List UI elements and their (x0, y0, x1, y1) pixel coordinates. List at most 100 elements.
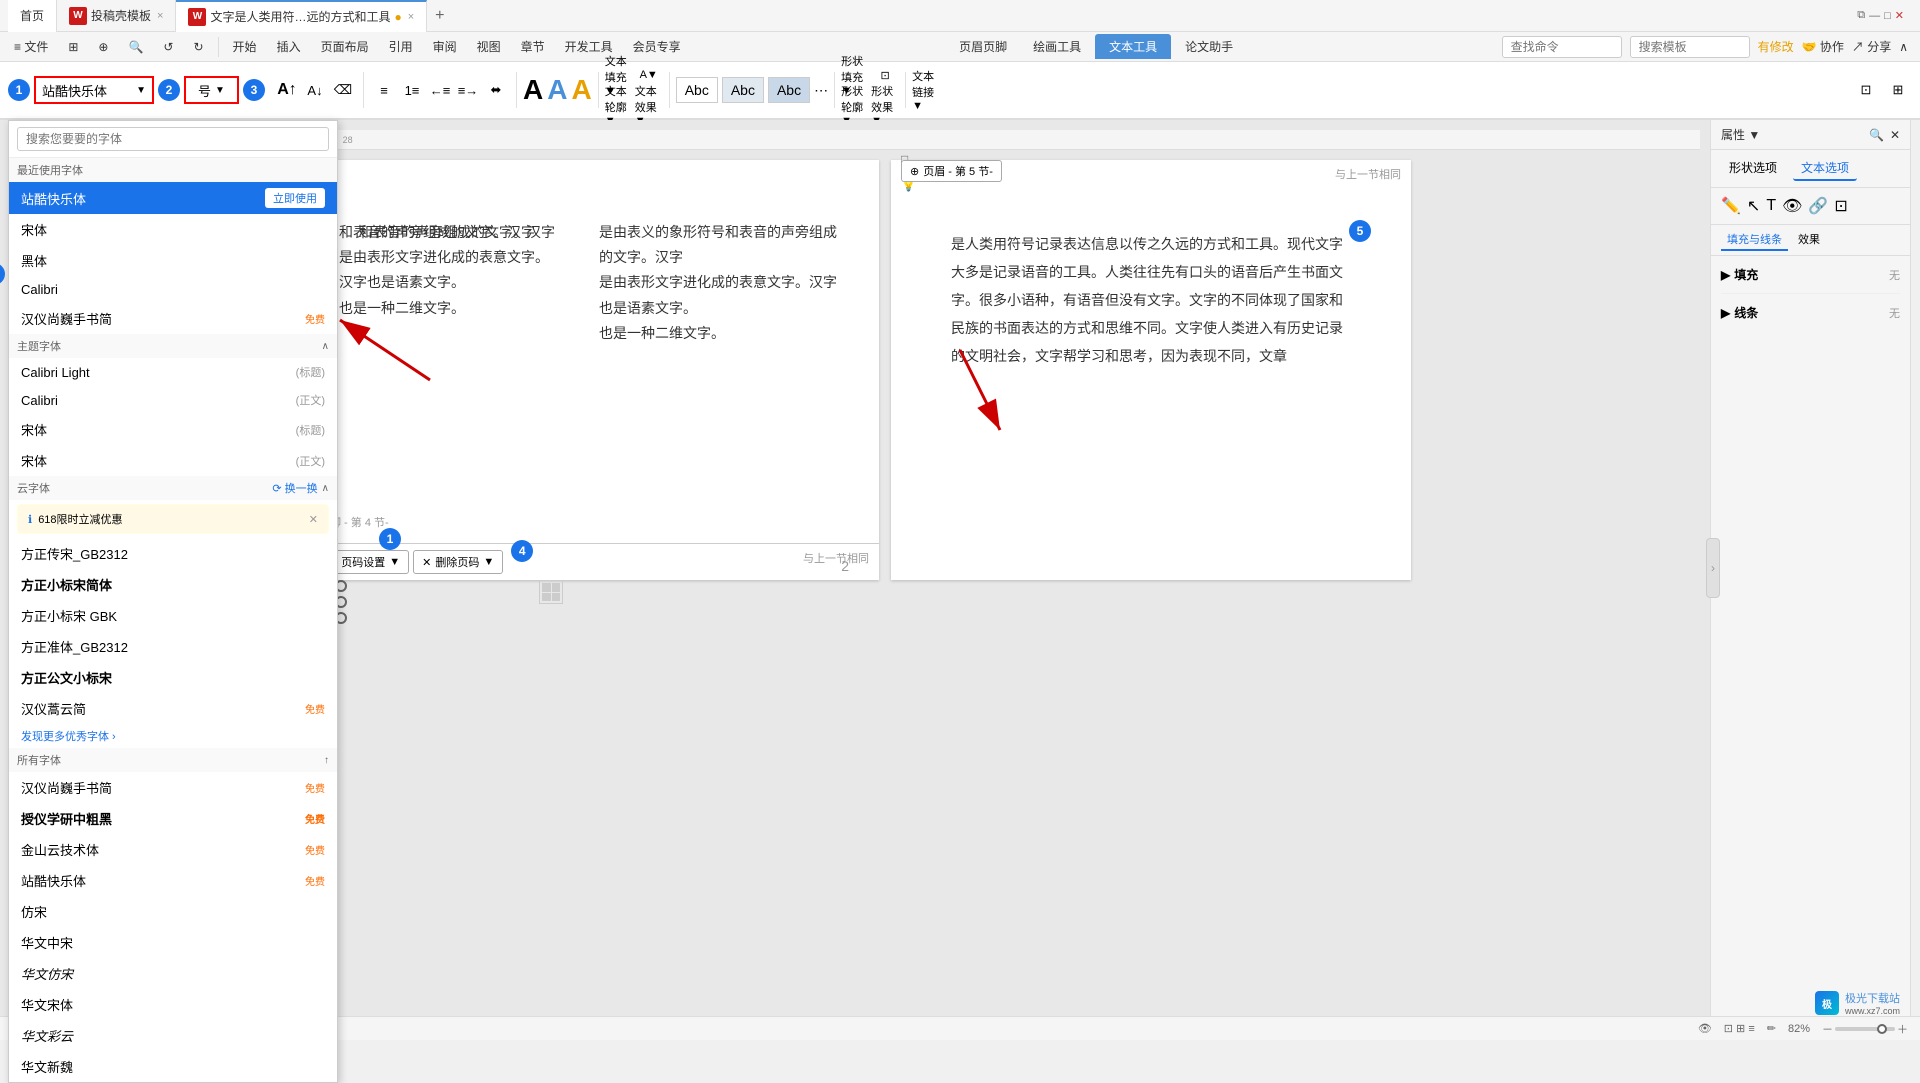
menu-review[interactable]: 审阅 (423, 34, 467, 59)
zoom-thumb[interactable] (1877, 1024, 1887, 1034)
abc-btn-3[interactable]: Abc (768, 77, 810, 103)
indent-increase-btn[interactable]: ≡→ (454, 76, 482, 104)
add-tab-button[interactable]: + (427, 7, 452, 25)
tab-header-footer[interactable]: 页眉页脚 (947, 34, 1019, 59)
toolbar-rt-2[interactable]: ⊞ (1884, 76, 1912, 104)
font-item-calibri[interactable]: Calibri (9, 276, 337, 303)
font-item-fangzheng-xiaobiao2[interactable]: 方正小标宋 GBK (9, 600, 337, 631)
cloud-collapse[interactable]: ∧ (322, 483, 329, 494)
panel-close-icon[interactable]: ✕ (1890, 128, 1900, 142)
font-badge-all-1[interactable]: 免费 (305, 780, 325, 795)
menu-add[interactable]: ⊕ (88, 36, 118, 58)
collapse-action[interactable]: ∧ (1899, 40, 1908, 54)
zoom-track[interactable] (1835, 1027, 1895, 1031)
panel-tab-shape[interactable]: 形状选项 (1721, 156, 1785, 181)
menu-insert[interactable]: 插入 (267, 34, 311, 59)
font-large-orange-btn[interactable]: A (571, 76, 591, 104)
menu-file[interactable]: ≡ 文件 (4, 34, 58, 59)
panel-subtab-fill[interactable]: 填充与线条 (1721, 229, 1788, 251)
page-num-grid-btn[interactable] (539, 580, 563, 604)
scrollbar[interactable] (1910, 120, 1920, 1016)
shape-outline-btn[interactable]: 形状轮廓▼ (841, 91, 869, 119)
panel-cursor-icon[interactable]: ↖ (1747, 196, 1760, 216)
font-item-calibri-light[interactable]: Calibri Light (标题) (9, 358, 337, 386)
modify-action[interactable]: 有修改 (1758, 38, 1794, 55)
font-item-fangzheng-zhun[interactable]: 方正准体_GB2312 (9, 631, 337, 662)
menu-search[interactable]: 🔍 (118, 36, 153, 58)
menu-chapter[interactable]: 章节 (511, 34, 555, 59)
tab-paper-assistant[interactable]: 论文助手 (1173, 34, 1245, 59)
all-fonts-collapse[interactable]: ↑ (324, 755, 329, 766)
tab-drawing-tools[interactable]: 绘画工具 (1021, 34, 1093, 59)
use-now-btn[interactable]: 立即使用 (265, 188, 325, 208)
status-edit-icon[interactable]: ✏ (1767, 1022, 1776, 1035)
font-item-all-jinshan[interactable]: 金山云技术体 免费 (9, 834, 337, 865)
line-header[interactable]: ▶ 线条 无 (1721, 300, 1900, 325)
font-item-fangzheng-chuansong[interactable]: 方正传宋_GB2312 (9, 538, 337, 569)
maximize-icon[interactable]: □ (1884, 10, 1891, 22)
zoom-plus[interactable]: ＋ (1897, 1021, 1908, 1037)
indent-decrease-btn[interactable]: ←≡ (426, 76, 454, 104)
text-effect-btn[interactable]: 文本效果▼ (635, 91, 663, 119)
abc-more-btn[interactable]: ⋯ (814, 82, 828, 99)
menu-ref[interactable]: 引用 (379, 34, 423, 59)
zoom-minus[interactable]: － (1822, 1021, 1833, 1037)
font-item-hanyi-haoyun[interactable]: 汉仪蒿云简 免费 (9, 693, 337, 724)
font-item-songti[interactable]: 宋体 (9, 214, 337, 245)
tab-close-2[interactable]: × (408, 11, 414, 23)
ordered-list-btn[interactable]: 1≡ (398, 76, 426, 104)
font-item-all-shouyi[interactable]: 授仪学研中粗黑 免费 (9, 803, 337, 834)
panel-link-icon[interactable]: 🔗 (1808, 196, 1828, 216)
menu-start[interactable]: 开始 (223, 34, 267, 59)
font-large-blue-btn[interactable]: A (547, 76, 567, 104)
discover-more-link[interactable]: 发现更多优秀字体 › (9, 724, 337, 748)
tab-template[interactable]: W 投稿壳模板 × (57, 0, 176, 32)
increase-font-btn[interactable]: A↑ (273, 76, 301, 104)
tab-main-doc[interactable]: W 文字是人类用符…远的方式和工具 ● × (176, 0, 427, 32)
share-action[interactable]: ↗ 分享 (1852, 38, 1891, 55)
panel-edit-icon[interactable]: ✏️ (1721, 196, 1741, 216)
font-item-all-zhankuqule[interactable]: 站酷快乐体 免费 (9, 865, 337, 896)
font-item-heiti[interactable]: 黑体 (9, 245, 337, 276)
font-badge-all-4[interactable]: 免费 (305, 873, 325, 888)
menu-view[interactable]: 视图 (467, 34, 511, 59)
abc-btn-1[interactable]: Abc (676, 77, 718, 103)
font-item-all-huawen-zhongsong[interactable]: 华文中宋 (9, 927, 337, 958)
search-template-input[interactable] (1630, 36, 1750, 58)
font-item-all-huawen-caiyun[interactable]: 华文彩云 (9, 1020, 337, 1051)
font-item-fangzheng-xiaobiao1[interactable]: 方正小标宋简体 (9, 569, 337, 600)
menu-member[interactable]: 会员专享 (623, 34, 691, 59)
theme-fonts-collapse[interactable]: ∧ (322, 341, 329, 352)
restore-icon[interactable]: ⧉ (1857, 9, 1865, 22)
text-path-btn[interactable]: 文本链接▼ (912, 76, 940, 104)
font-item-hanyi-shang[interactable]: 汉仪尚巍手书简 免费 (9, 303, 337, 334)
font-item-all-huawen-fangsong[interactable]: 华文仿宋 (9, 958, 337, 989)
page5-header-btn[interactable]: ⊕ 页眉 - 第 5 节- (901, 160, 1002, 182)
menu-undo[interactable]: ↺ (153, 36, 183, 58)
close-icon[interactable]: ✕ (1895, 9, 1904, 22)
panel-eye-icon[interactable]: 👁 (1782, 196, 1802, 216)
panel-edge-handle[interactable]: › (1706, 538, 1720, 598)
clear-format-btn[interactable]: ⌫ (329, 76, 357, 104)
font-item-all-hanyi[interactable]: 汉仪尚巍手书简 免费 (9, 772, 337, 803)
collab-action[interactable]: 🤝 协作 (1802, 38, 1844, 55)
decrease-font-btn[interactable]: A↓ (301, 76, 329, 104)
unordered-list-btn[interactable]: ≡ (370, 76, 398, 104)
promo-close-btn[interactable]: ✕ (309, 513, 318, 526)
status-layout-icons[interactable]: ⊡ ⊞ ≡ (1724, 1022, 1755, 1035)
status-eye-icon[interactable]: 👁 (1698, 1022, 1712, 1035)
tab-home[interactable]: 首页 (8, 0, 57, 32)
panel-frame-icon[interactable]: ⊡ (1834, 196, 1847, 216)
font-badge-all-3[interactable]: 免费 (305, 842, 325, 857)
font-size-selector[interactable]: 号 ▼ (184, 76, 239, 104)
font-item-all-fangsong[interactable]: 仿宋 (9, 896, 337, 927)
toolbar-rt-1[interactable]: ⊡ (1852, 76, 1880, 104)
font-name-selector[interactable]: 站酷快乐体 ▼ (34, 76, 154, 104)
zoom-slider[interactable]: － ＋ (1822, 1021, 1908, 1037)
tab-text-tools[interactable]: 文本工具 (1095, 34, 1171, 59)
font-item-fangzheng-gongwen[interactable]: 方正公文小标宋 (9, 662, 337, 693)
font-item-songti-h[interactable]: 宋体 (标题) (9, 414, 337, 445)
menu-redo[interactable]: ↻ (183, 36, 213, 58)
panel-search-icon[interactable]: 🔍 (1869, 128, 1884, 142)
menu-layout[interactable]: 页面布局 (311, 34, 379, 59)
